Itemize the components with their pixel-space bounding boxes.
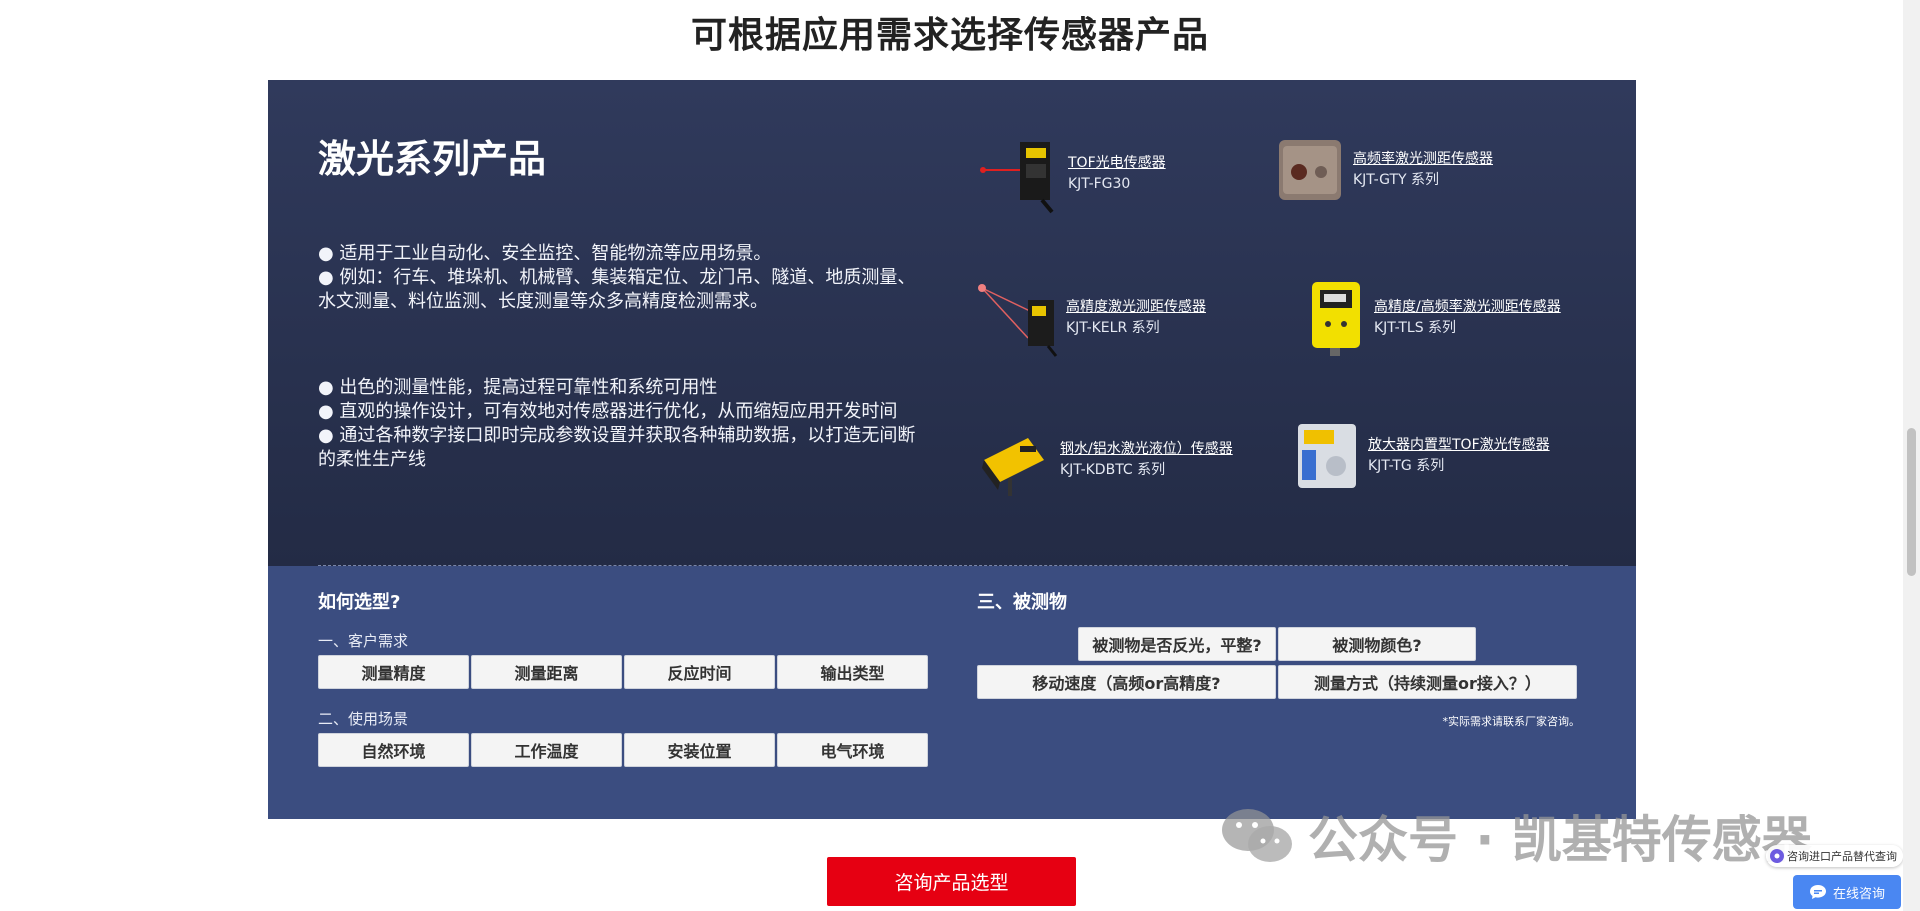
tof-photoelectric-sensor-icon xyxy=(980,134,1060,214)
online-consult-button[interactable]: 在线咨询 xyxy=(1793,875,1901,909)
measurement-method-button[interactable]: 测量方式（持续测量or接入？） xyxy=(1278,665,1577,699)
laser-intro-section: 激光系列产品 ● 适用于工业自动化、安全监控、智能物流等应用场景。 ● 例如：行… xyxy=(268,80,1636,566)
product-tg[interactable]: 放大器内置型TOF激光传感器 KJT-TG 系列 xyxy=(1294,420,1550,492)
product-model: KJT-GTY 系列 xyxy=(1353,172,1440,188)
measured-object-row-2: 移动速度（高频or高精度? 测量方式（持续测量or接入？） xyxy=(977,665,1577,699)
product-name-link[interactable]: 高精度/高频率激光测距传感器 xyxy=(1374,297,1561,318)
product-kelr[interactable]: 高精度激光测距传感器 KJT-KELR 系列 xyxy=(978,278,1206,358)
liquid-level-sensor-icon xyxy=(980,420,1052,500)
online-consult-label: 在线咨询 xyxy=(1832,886,1885,902)
import-replacement-query-label: 咨询进口产品替代查询 xyxy=(1787,850,1897,863)
precision-button[interactable]: 测量精度 xyxy=(318,655,469,689)
bullet-item: ● 直观的操作设计，可有效地对传感器进行优化，从而缩短应用开发时间 xyxy=(318,401,898,422)
product-model: KJT-TLS 系列 xyxy=(1374,320,1457,336)
query-icon xyxy=(1770,849,1784,863)
high-precision-laser-sensor-icon xyxy=(978,278,1058,358)
watermark-text: 公众号 · 凯基特传感器 xyxy=(1308,811,1812,869)
page-scrollbar[interactable] xyxy=(1903,0,1920,911)
application-bullets: ● 适用于工业自动化、安全监控、智能物流等应用场景。 ● 例如：行车、堆垛机、机… xyxy=(318,242,918,314)
high-frequency-laser-sensor-icon xyxy=(1273,134,1345,206)
amplifier-tof-sensor-icon xyxy=(1294,420,1360,492)
measured-object-title: 三、被测物 xyxy=(977,592,1067,613)
contact-note: *实际需求请联系厂家咨询。 xyxy=(1442,715,1581,728)
product-model: KJT-KDBTC 系列 xyxy=(1060,462,1166,478)
product-name-link[interactable]: TOF光电传感器 xyxy=(1068,153,1166,174)
distance-button[interactable]: 测量距离 xyxy=(471,655,622,689)
working-temperature-button[interactable]: 工作温度 xyxy=(471,733,622,767)
bullet-item: ● 例如：行车、堆垛机、机械臂、集装箱定位、龙门吊、隧道、地质测量、水文测量、料… xyxy=(318,267,916,312)
moving-speed-button[interactable]: 移动速度（高频or高精度? xyxy=(977,665,1276,699)
product-kdbtc[interactable]: 钢水/铝水激光液位）传感器 KJT-KDBTC 系列 xyxy=(980,420,1233,500)
output-type-button[interactable]: 输出类型 xyxy=(777,655,928,689)
page-title: 可根据应用需求选择传感器产品 xyxy=(690,15,1209,56)
yellow-laser-sensor-icon xyxy=(1304,278,1366,358)
feature-bullets: ● 出色的测量性能，提高过程可靠性和系统可用性 ● 直观的操作设计，可有效地对传… xyxy=(318,376,918,472)
product-name-link[interactable]: 放大器内置型TOF激光传感器 xyxy=(1368,435,1550,456)
response-time-button[interactable]: 反应时间 xyxy=(624,655,775,689)
product-model: KJT-FG30 xyxy=(1068,176,1131,192)
natural-environment-button[interactable]: 自然环境 xyxy=(318,733,469,767)
usage-scene-label: 二、使用场景 xyxy=(318,710,409,728)
wechat-watermark: 公众号 · 凯基特传感器 xyxy=(1220,800,1812,872)
import-replacement-query-link[interactable]: 咨询进口产品替代查询 xyxy=(1766,845,1903,867)
product-gty[interactable]: 高频率激光测距传感器 KJT-GTY 系列 xyxy=(1273,134,1493,206)
scrollbar-thumb[interactable] xyxy=(1907,428,1916,576)
product-tls[interactable]: 高精度/高频率激光测距传感器 KJT-TLS 系列 xyxy=(1304,278,1561,358)
product-model: KJT-KELR 系列 xyxy=(1066,320,1160,336)
laser-series-panel: 激光系列产品 ● 适用于工业自动化、安全监控、智能物流等应用场景。 ● 例如：行… xyxy=(268,80,1636,819)
bullet-item: ● 适用于工业自动化、安全监控、智能物流等应用场景。 xyxy=(318,243,772,264)
product-model: KJT-TG 系列 xyxy=(1368,458,1445,474)
section-divider xyxy=(318,565,1568,566)
installation-position-button[interactable]: 安装位置 xyxy=(624,733,775,767)
product-name-link[interactable]: 高频率激光测距传感器 xyxy=(1353,149,1493,170)
object-color-button[interactable]: 被测物颜色? xyxy=(1278,627,1476,661)
usage-scene-buttons: 自然环境 工作温度 安装位置 电气环境 xyxy=(318,733,928,767)
bullet-item: ● 出色的测量性能，提高过程可靠性和系统可用性 xyxy=(318,377,718,398)
measured-object-row-1: 被测物是否反光，平整? 被测物颜色? xyxy=(1078,627,1476,661)
consult-product-selection-button[interactable]: 咨询产品选型 xyxy=(827,857,1076,906)
product-name-link[interactable]: 钢水/铝水激光液位）传感器 xyxy=(1060,439,1233,460)
wechat-icon xyxy=(1220,806,1294,866)
product-tof-fg30[interactable]: TOF光电传感器 KJT-FG30 xyxy=(980,134,1166,214)
electrical-environment-button[interactable]: 电气环境 xyxy=(777,733,928,767)
how-to-select-title: 如何选型? xyxy=(318,592,401,613)
product-name-link[interactable]: 高精度激光测距传感器 xyxy=(1066,297,1206,318)
reflective-surface-button[interactable]: 被测物是否反光，平整? xyxy=(1078,627,1276,661)
bullet-item: ● 通过各种数字接口即时完成参数设置并获取各种辅助数据，以打造无间断的柔性生产线 xyxy=(318,425,916,470)
customer-needs-label: 一、客户需求 xyxy=(318,632,409,650)
laser-series-title: 激光系列产品 xyxy=(318,137,547,181)
chat-bubble-icon xyxy=(1809,884,1827,900)
customer-needs-buttons: 测量精度 测量距离 反应时间 输出类型 xyxy=(318,655,928,689)
